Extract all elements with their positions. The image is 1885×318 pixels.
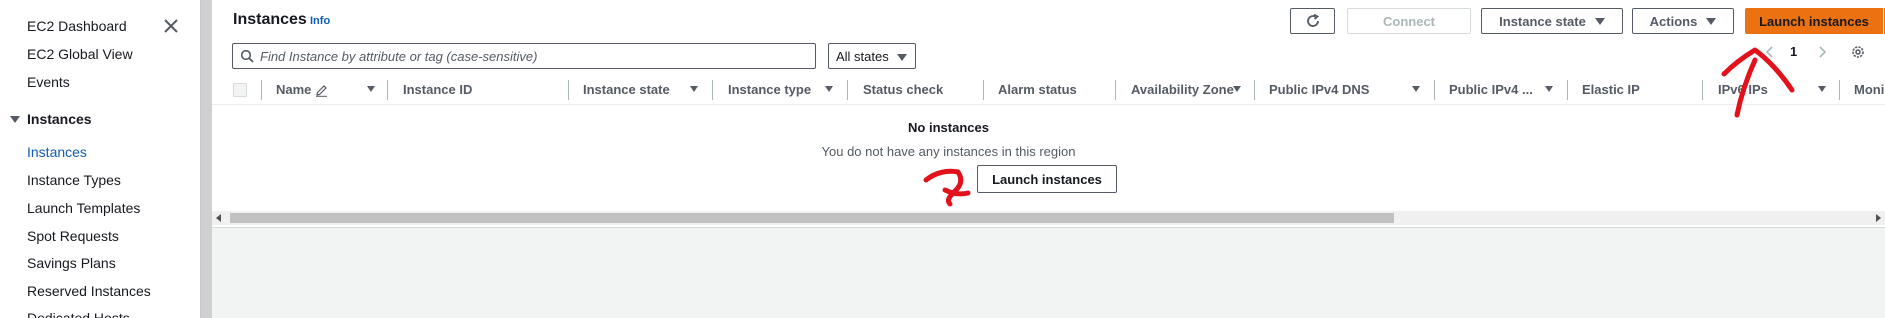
search-input[interactable]: [260, 47, 810, 65]
column-divider[interactable]: [1839, 80, 1840, 100]
sort-caret-icon[interactable]: [1818, 86, 1826, 92]
empty-state-title: No instances: [908, 120, 989, 135]
close-icon[interactable]: [163, 18, 179, 34]
column-divider[interactable]: [983, 80, 984, 100]
actions-label: Actions: [1649, 13, 1698, 29]
sidebar-item-ec2-global-view[interactable]: EC2 Global View: [27, 46, 133, 62]
scroll-right-arrow-icon[interactable]: [1876, 214, 1881, 222]
sidebar-item-instance-types[interactable]: Instance Types: [27, 172, 121, 188]
column-header-elastic-ip[interactable]: Elastic IP: [1582, 82, 1640, 97]
sort-caret-icon[interactable]: [1545, 86, 1553, 92]
chevron-right-icon[interactable]: [1815, 45, 1829, 59]
sort-caret-icon[interactable]: [1412, 86, 1420, 92]
caret-down-icon: [10, 116, 20, 123]
sidebar-scrollbar[interactable]: [200, 0, 212, 318]
column-divider[interactable]: [1115, 80, 1116, 100]
scrollbar-thumb[interactable]: [230, 213, 1394, 223]
column-divider[interactable]: [387, 80, 388, 100]
refresh-icon: [1306, 13, 1319, 27]
sidebar-item-ec2-dashboard[interactable]: EC2 Dashboard: [27, 18, 127, 34]
page-title: Instances: [233, 11, 307, 28]
column-header-alarm-status[interactable]: Alarm status: [998, 82, 1077, 97]
sidebar-item-launch-templates[interactable]: Launch Templates: [27, 200, 140, 216]
search-field[interactable]: [232, 43, 816, 69]
sidebar-item-instances[interactable]: Instances: [27, 144, 87, 160]
column-divider[interactable]: [712, 80, 713, 100]
edit-pencil-icon[interactable]: [315, 84, 328, 97]
main-content: Instances Info Connect Instance state Ac…: [212, 0, 1885, 318]
sidebar-group-instances[interactable]: Instances: [10, 111, 92, 127]
sort-caret-icon[interactable]: [825, 86, 833, 92]
instances-panel: Instances Info Connect Instance state Ac…: [212, 0, 1885, 228]
sidebar-group-label: Instances: [27, 111, 92, 127]
column-header-monitoring[interactable]: Moni: [1854, 82, 1884, 97]
instance-state-dropdown[interactable]: Instance state: [1481, 8, 1623, 34]
column-header-availability-zone[interactable]: Availability Zone: [1131, 82, 1234, 97]
column-divider[interactable]: [1254, 80, 1255, 100]
sort-caret-icon[interactable]: [690, 86, 698, 92]
side-navigation: EC2 Dashboard EC2 Global View Events Ins…: [0, 0, 200, 318]
sidebar-item-dedicated-hosts[interactable]: Dedicated Hosts: [27, 310, 130, 318]
settings-gear-icon[interactable]: [1850, 44, 1866, 60]
info-link[interactable]: Info: [310, 15, 330, 27]
column-divider[interactable]: [568, 80, 569, 100]
sort-caret-icon[interactable]: [1233, 86, 1241, 92]
column-header-public-ipv4-dns[interactable]: Public IPv4 DNS: [1269, 82, 1369, 97]
column-divider[interactable]: [1702, 80, 1703, 100]
column-header-instance-state[interactable]: Instance state: [583, 82, 670, 97]
column-header-name[interactable]: Name: [276, 82, 311, 97]
search-icon: [240, 49, 254, 63]
sort-caret-icon[interactable]: [367, 86, 375, 92]
horizontal-scrollbar[interactable]: [212, 211, 1885, 225]
empty-state-message: You do not have any instances in this re…: [821, 144, 1076, 159]
sidebar-item-spot-requests[interactable]: Spot Requests: [27, 228, 119, 244]
page-number[interactable]: 1: [1790, 44, 1797, 59]
column-header-public-ipv4[interactable]: Public IPv4 ...: [1449, 82, 1533, 97]
table-header: Name Instance ID Instance state Instance…: [212, 75, 1885, 105]
column-header-status-check[interactable]: Status check: [863, 82, 943, 97]
connect-button[interactable]: Connect: [1347, 8, 1471, 34]
sidebar-item-events[interactable]: Events: [27, 74, 70, 90]
chevron-left-icon[interactable]: [1763, 45, 1777, 59]
caret-down-icon: [1594, 17, 1605, 25]
caret-down-icon: [897, 54, 907, 61]
states-select[interactable]: All states: [828, 43, 916, 69]
refresh-button[interactable]: [1290, 8, 1335, 34]
column-divider[interactable]: [1567, 80, 1568, 100]
empty-state-launch-button[interactable]: Launch instances: [977, 165, 1117, 193]
sidebar-item-reserved-instances[interactable]: Reserved Instances: [27, 283, 151, 299]
column-header-instance-id[interactable]: Instance ID: [403, 82, 472, 97]
caret-down-icon: [1706, 17, 1717, 25]
column-divider[interactable]: [261, 80, 262, 100]
column-header-ipv6-ips[interactable]: IPv6 IPs: [1718, 82, 1768, 97]
column-divider[interactable]: [1434, 80, 1435, 100]
column-header-instance-type[interactable]: Instance type: [728, 82, 811, 97]
sidebar-item-savings-plans[interactable]: Savings Plans: [27, 255, 116, 271]
launch-instances-button[interactable]: Launch instances: [1745, 8, 1883, 34]
states-select-value: All states: [836, 48, 889, 64]
actions-dropdown[interactable]: Actions: [1632, 8, 1734, 34]
instance-state-label: Instance state: [1499, 13, 1586, 29]
select-all-checkbox[interactable]: [233, 83, 247, 97]
column-divider[interactable]: [847, 80, 848, 100]
scroll-left-arrow-icon[interactable]: [216, 214, 221, 222]
